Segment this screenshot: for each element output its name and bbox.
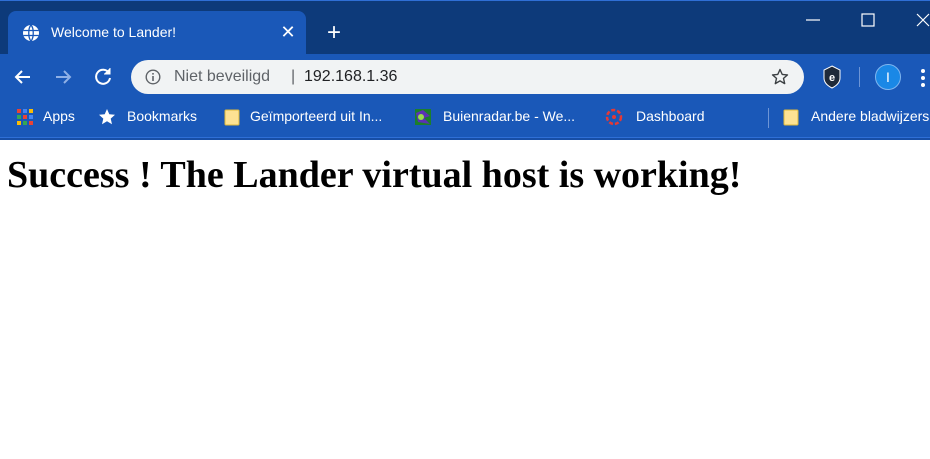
active-tab[interactable]: Welcome to Lander! ✕: [8, 11, 306, 55]
arrow-right-icon: [56, 70, 72, 84]
omnibox-separator: |: [291, 68, 296, 85]
bookmark-label: Bookmarks: [127, 108, 198, 124]
new-tab-button[interactable]: +: [322, 21, 346, 45]
bookmark-apps[interactable]: Apps: [14, 100, 82, 134]
toolbar: Niet beveiligd | 192.168.1.36 e I: [0, 54, 930, 100]
folder-icon: [782, 108, 800, 126]
bookmark-star-icon[interactable]: [771, 68, 789, 86]
bookmark-dashboard[interactable]: Dashboard: [605, 100, 715, 134]
minimize-button[interactable]: [788, 5, 838, 35]
toolbar-divider: [859, 67, 860, 87]
folder-icon: [223, 108, 241, 126]
bookmarks-divider: [768, 108, 769, 128]
bookmark-buienradar[interactable]: Buienradar.be - We...: [414, 100, 590, 134]
bookmark-label: Dashboard: [636, 108, 705, 124]
extension-icon[interactable]: e: [822, 65, 842, 89]
bookmarks-bar: Apps Bookmarks Geïmporteerd uit In... Bu…: [0, 100, 930, 138]
page-content: Success ! The Lander virtual host is wor…: [0, 140, 930, 459]
bookmark-label: Geïmporteerd uit In...: [250, 108, 383, 124]
bookmark-bookmarks[interactable]: Bookmarks: [96, 100, 206, 134]
arrow-left-icon: [14, 70, 30, 84]
bookmark-label: Buienradar.be - We...: [443, 108, 576, 124]
security-label[interactable]: Niet beveiligd: [174, 68, 270, 86]
back-button[interactable]: [10, 64, 36, 90]
kebab-menu-icon[interactable]: [920, 67, 926, 89]
reload-icon: [95, 68, 111, 85]
bookmark-label: Andere bladwijzers: [811, 108, 930, 124]
globe-icon: [22, 24, 40, 42]
bookmark-label: Apps: [43, 108, 75, 124]
maximize-button[interactable]: [843, 5, 893, 35]
profile-avatar[interactable]: I: [875, 64, 901, 90]
info-icon[interactable]: [145, 69, 161, 85]
buienradar-favicon: [414, 108, 432, 126]
svg-text:e: e: [829, 72, 835, 84]
page-heading: Success ! The Lander virtual host is wor…: [7, 154, 742, 196]
url-text[interactable]: 192.168.1.36: [304, 68, 397, 86]
address-bar[interactable]: Niet beveiligd | 192.168.1.36: [131, 60, 804, 94]
tab-strip: Welcome to Lander! ✕ +: [0, 0, 930, 55]
dashboard-favicon: [605, 108, 623, 126]
browser-chrome: Welcome to Lander! ✕ + Niet beveiligd | …: [0, 0, 930, 140]
forward-button[interactable]: [50, 64, 76, 90]
apps-grid-icon: [16, 108, 34, 126]
bookmark-other-folder[interactable]: Andere bladwijzers: [782, 100, 930, 134]
bookmark-geimporteerd[interactable]: Geïmporteerd uit In...: [221, 100, 401, 134]
star-icon: [98, 108, 116, 126]
tab-title: Welcome to Lander!: [51, 24, 177, 40]
window-close-button[interactable]: [896, 5, 930, 35]
reload-button[interactable]: [90, 64, 116, 90]
tab-close-icon[interactable]: ✕: [278, 22, 298, 42]
